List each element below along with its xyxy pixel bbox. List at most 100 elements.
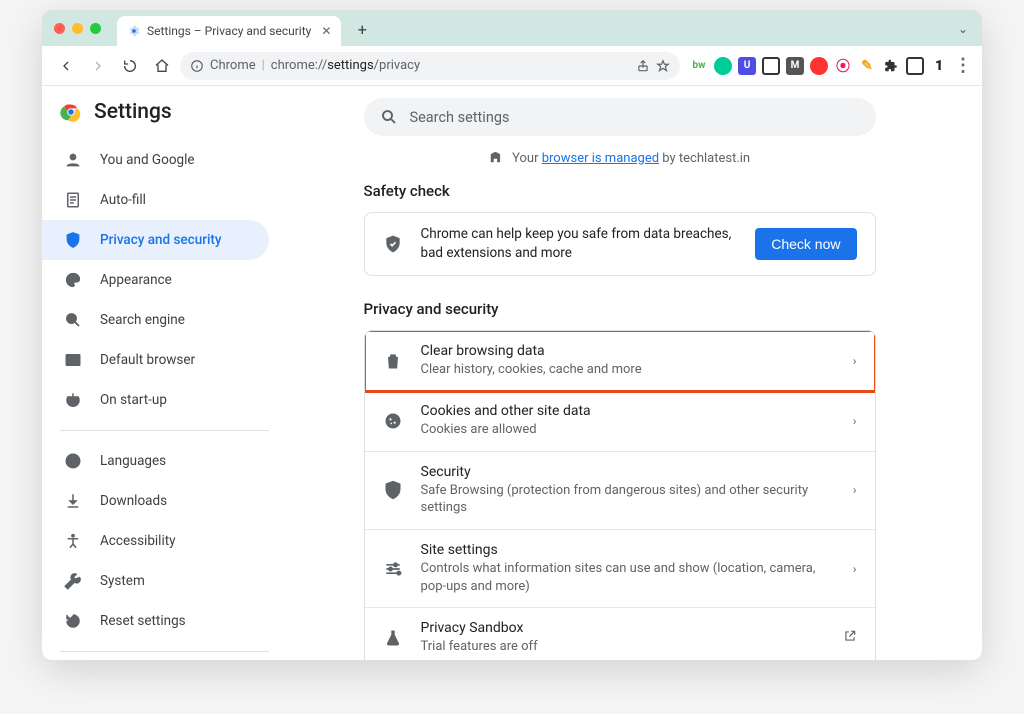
row-privacy-sandbox[interactable]: Privacy Sandbox Trial features are off [365,608,875,660]
form-icon [64,191,82,209]
palette-icon [64,271,82,289]
safety-desc: Chrome can help keep you safe from data … [421,225,738,263]
new-tab-button[interactable]: + [349,16,375,42]
sidebar-item-you-and-google[interactable]: You and Google [42,140,269,180]
settings-search-input[interactable]: Search settings [364,98,876,136]
settings-sidebar: Settings You and Google Auto-fill Privac… [42,86,287,660]
safety-check-card: Chrome can help keep you safe from data … [364,212,876,276]
tune-icon [383,559,403,579]
check-now-button[interactable]: Check now [755,228,856,260]
url-text: chrome://settings/privacy [271,58,420,73]
sidebar-item-label: Default browser [100,352,195,368]
minimize-window-button[interactable] [72,23,83,34]
sidebar-item-label: Auto-fill [100,192,146,208]
share-icon[interactable] [636,59,650,73]
sidebar-item-languages[interactable]: Languages [42,441,269,481]
sidebar-item-reset[interactable]: Reset settings [42,601,269,641]
window-controls [54,23,101,34]
section-title-privacy: Privacy and security [364,300,876,318]
extension-icon[interactable] [714,57,732,75]
chevron-right-icon: › [853,483,857,497]
row-cookies[interactable]: Cookies and other site data Cookies are … [365,391,875,452]
extension-icon[interactable]: ✎ [858,57,876,75]
sidebar-item-search-engine[interactable]: Search engine [42,300,269,340]
sidebar-item-system[interactable]: System [42,561,269,601]
search-icon [64,311,82,329]
accessibility-icon [64,532,82,550]
extension-icon[interactable] [906,57,924,75]
sidebar-item-downloads[interactable]: Downloads [42,481,269,521]
settings-page: Settings You and Google Auto-fill Privac… [42,86,982,660]
privacy-card: Clear browsing data Clear history, cooki… [364,330,876,660]
cookie-icon [383,411,403,431]
chevron-right-icon: › [853,414,857,428]
reload-button[interactable] [116,52,144,80]
sidebar-item-startup[interactable]: On start-up [42,380,269,420]
section-title-safety: Safety check [364,182,876,200]
power-icon [64,391,82,409]
maximize-window-button[interactable] [90,23,101,34]
row-site-settings[interactable]: Site settings Controls what information … [365,530,875,608]
verified-shield-icon [383,234,403,254]
gear-icon [127,24,141,38]
sidebar-item-default-browser[interactable]: Default browser [42,340,269,380]
kebab-menu-icon[interactable]: ⋮ [954,57,972,75]
download-icon [64,492,82,510]
sidebar-item-privacy[interactable]: Privacy and security [42,220,269,260]
sidebar-item-label: Accessibility [100,533,176,549]
row-clear-browsing-data[interactable]: Clear browsing data Clear history, cooki… [365,331,875,392]
sidebar-item-label: Downloads [100,493,167,509]
extension-icon[interactable]: M [786,57,804,75]
row-title: Site settings [421,542,835,558]
sidebar-item-label: Privacy and security [100,232,222,248]
extension-icon[interactable] [762,57,780,75]
chevron-right-icon: › [853,354,857,368]
row-title: Cookies and other site data [421,403,835,419]
flask-icon [383,628,403,648]
back-button[interactable] [52,52,80,80]
home-button[interactable] [148,52,176,80]
address-bar[interactable]: Chrome | chrome://settings/privacy [180,52,680,80]
globe-icon [64,452,82,470]
bookmark-star-icon[interactable] [656,59,670,73]
window-titlebar: Settings – Privacy and security ✕ + ⌄ [42,10,982,46]
building-icon [489,150,503,164]
search-placeholder: Search settings [410,109,510,126]
sidebar-item-appearance[interactable]: Appearance [42,260,269,300]
extensions-puzzle-icon[interactable] [882,57,900,75]
open-external-icon [843,629,857,646]
tab-overflow-icon[interactable]: ⌄ [958,22,968,36]
close-window-button[interactable] [54,23,65,34]
sidebar-item-accessibility[interactable]: Accessibility [42,521,269,561]
extension-icon[interactable]: bw [690,57,708,75]
managed-link[interactable]: browser is managed [542,151,659,166]
sidebar-item-label: Search engine [100,312,185,328]
row-title: Security [421,464,835,480]
browser-window: Settings – Privacy and security ✕ + ⌄ Ch… [42,10,982,660]
person-icon [64,151,82,169]
browser-tab[interactable]: Settings – Privacy and security ✕ [117,16,341,46]
row-sub: Cookies are allowed [421,421,835,439]
close-tab-icon[interactable]: ✕ [321,24,331,38]
sidebar-item-label: Appearance [100,272,172,288]
row-title: Clear browsing data [421,343,835,359]
wrench-icon [64,572,82,590]
row-sub: Trial features are off [421,638,825,656]
site-info-icon [190,59,204,73]
sidebar-item-label: You and Google [100,152,195,168]
row-security[interactable]: Security Safe Browsing (protection from … [365,452,875,530]
browser-toolbar: Chrome | chrome://settings/privacy bw U … [42,46,982,86]
sidebar-item-autofill[interactable]: Auto-fill [42,180,269,220]
tab-title: Settings – Privacy and security [147,24,311,38]
trash-icon [383,351,403,371]
forward-button[interactable] [84,52,112,80]
divider [60,651,269,652]
sidebar-item-label: Languages [100,453,166,469]
sidebar-item-label: On start-up [100,392,167,408]
extension-icon[interactable]: 1 [930,57,948,75]
row-sub: Controls what information sites can use … [421,560,835,595]
extension-icon[interactable]: ⦿ [834,57,852,75]
extension-icon[interactable]: U [738,57,756,75]
settings-main: Search settings Your browser is managed … [287,86,982,660]
extension-icon[interactable] [810,57,828,75]
